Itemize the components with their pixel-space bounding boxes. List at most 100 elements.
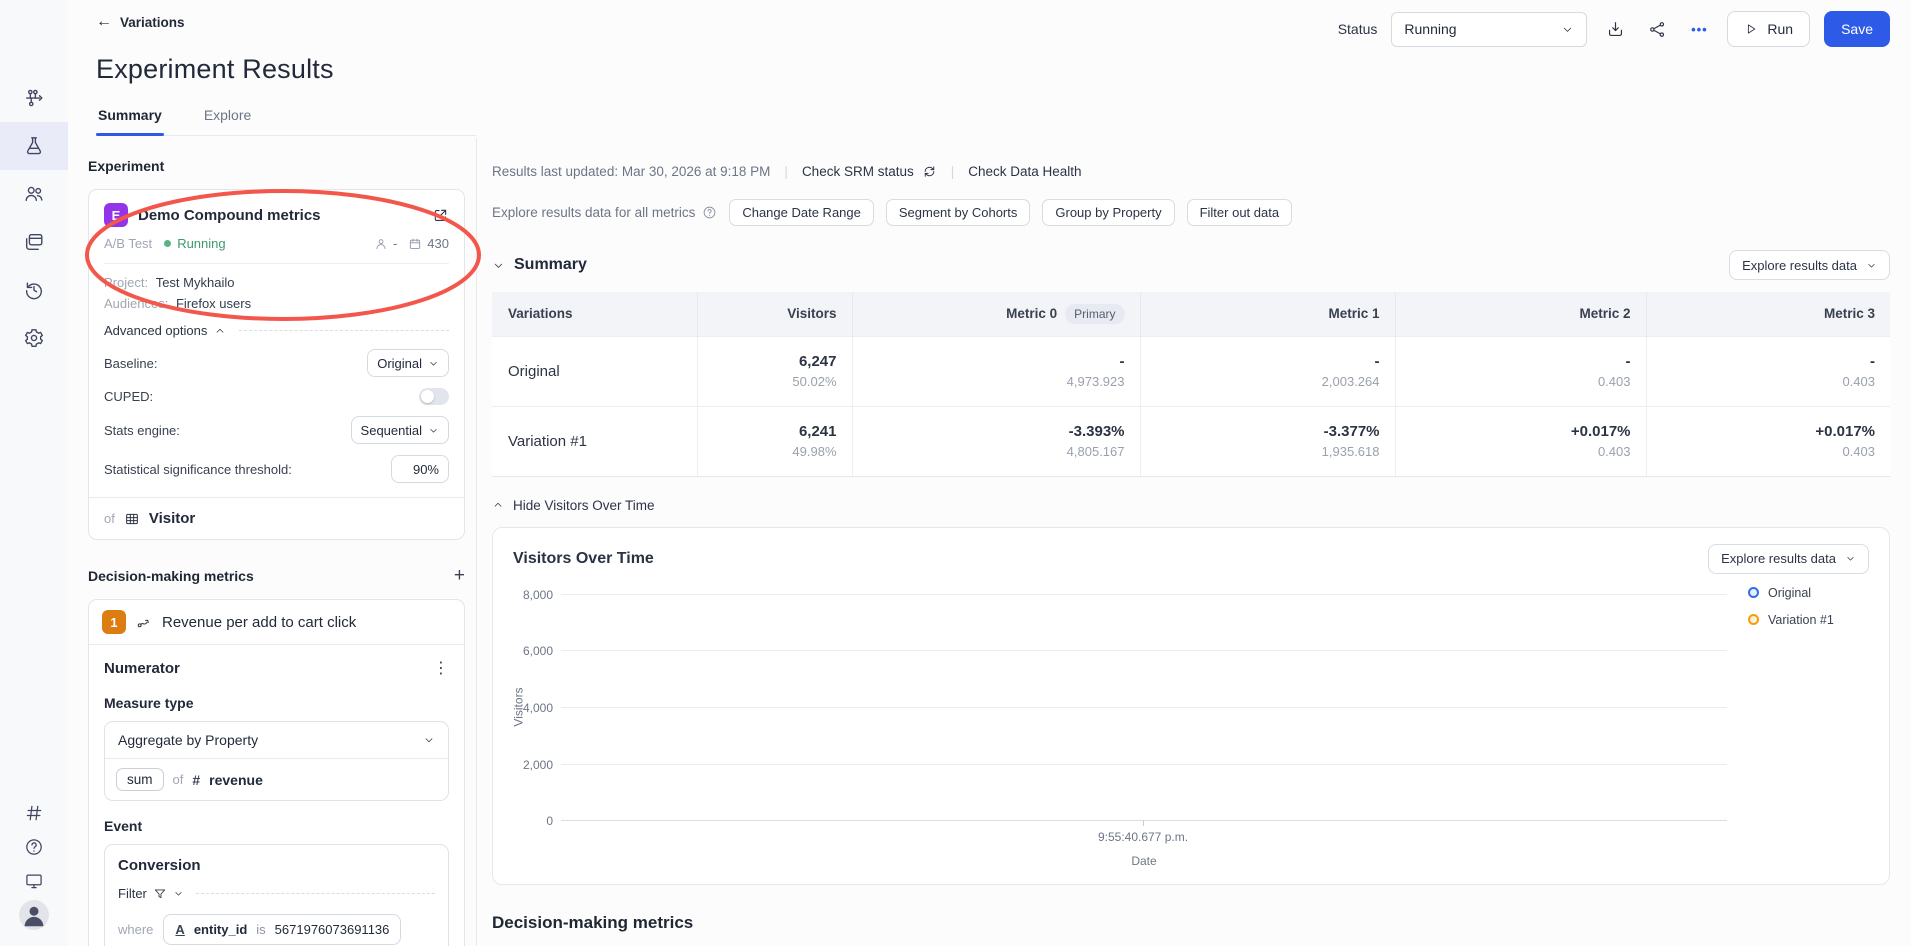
- legend-item-variation-1[interactable]: Variation #1: [1748, 613, 1834, 627]
- segment-by-cohorts-button[interactable]: Segment by Cohorts: [885, 199, 1031, 226]
- chevron-down-icon: [430, 428, 437, 432]
- group-by-property-button[interactable]: Group by Property: [1042, 199, 1175, 226]
- y-tick: 6,000: [522, 643, 553, 658]
- gridline: [561, 649, 1727, 651]
- calendar-icon: [410, 238, 421, 249]
- property-value[interactable]: revenue: [209, 772, 263, 788]
- pipeline-icon: [25, 89, 43, 107]
- change-date-range-button[interactable]: Change Date Range: [729, 199, 874, 226]
- unit-row[interactable]: of Visitor: [89, 497, 464, 539]
- status-select[interactable]: Running: [1391, 11, 1588, 47]
- separator: |: [950, 164, 955, 179]
- hide-visitors-label: Hide Visitors Over Time: [513, 497, 655, 513]
- experiment-users-value: -: [392, 236, 398, 251]
- share-button[interactable]: [1643, 15, 1671, 43]
- play-icon: [1748, 24, 1756, 34]
- hide-visitors-toggle[interactable]: Hide Visitors Over Time: [492, 498, 1890, 513]
- experiment-type: A/B Test: [104, 236, 153, 251]
- chart-explore-label: Explore results data: [1721, 551, 1836, 566]
- rail-item-audiences[interactable]: [0, 170, 68, 218]
- metric-index-badge: 1: [102, 610, 126, 634]
- add-metric-button[interactable]: +: [454, 566, 465, 585]
- rail-item-hash[interactable]: [0, 796, 68, 830]
- filter-label: Filter: [118, 886, 147, 901]
- rail-item-history[interactable]: [0, 266, 68, 314]
- legend-label: Variation #1: [1768, 612, 1834, 627]
- visitors-share: 50.02%: [792, 374, 837, 389]
- running-dot-icon: [164, 240, 172, 247]
- measure-group: Aggregate by Property sum of # revenue: [104, 721, 449, 801]
- kebab-menu-icon[interactable]: ⋮: [433, 658, 449, 678]
- check-srm-link[interactable]: Check SRM status: [802, 164, 937, 179]
- filter-toggle[interactable]: Filter: [118, 886, 435, 901]
- more-options-button[interactable]: •••: [1685, 15, 1713, 43]
- metric-card: 1 Revenue per add to cart click Numerato…: [88, 599, 465, 946]
- explore-results-button[interactable]: Explore results data: [1729, 250, 1890, 280]
- chart-explore-button[interactable]: Explore results data: [1708, 543, 1869, 574]
- col-metric-3: Metric 3: [1645, 292, 1890, 336]
- aggregation-input[interactable]: sum: [116, 768, 164, 791]
- where-operator: is: [256, 922, 266, 937]
- where-condition[interactable]: A entity_id is 5671976073691136: [163, 914, 402, 945]
- rail-item-windows[interactable]: [0, 218, 68, 266]
- where-label: where: [118, 922, 154, 937]
- ellipsis-icon: •••: [1691, 21, 1708, 37]
- chevron-down-icon: [1868, 263, 1875, 267]
- experiment-card: E Demo Compound metrics A/B Test Running…: [88, 189, 465, 540]
- rail-item-settings[interactable]: [0, 314, 68, 362]
- check-data-health-link[interactable]: Check Data Health: [968, 164, 1081, 179]
- save-button[interactable]: Save: [1824, 11, 1890, 47]
- external-link-icon[interactable]: [432, 207, 449, 224]
- event-name[interactable]: Conversion: [118, 857, 435, 874]
- variation-name: Variation #1: [492, 405, 697, 477]
- x-axis-label: Date: [1131, 853, 1157, 868]
- metric-delta: -: [1119, 353, 1125, 370]
- help-circle-icon[interactable]: [702, 205, 717, 220]
- rail-item-profile[interactable]: [0, 898, 68, 932]
- col-metric-1: Metric 1: [1139, 292, 1395, 336]
- filter-out-data-button[interactable]: Filter out data: [1186, 199, 1293, 226]
- baseline-select[interactable]: Original: [367, 349, 449, 377]
- breadcrumb-back[interactable]: ← Variations: [96, 14, 476, 30]
- rail-item-experiments[interactable]: [0, 122, 68, 170]
- table-row[interactable]: Original 6,247 50.02% - 4,973.923 - 2,003.2…: [492, 335, 1890, 406]
- chart-plot-area: Visitors 8,000 6,000 4,000 2,000 0 9:55:…: [512, 584, 1869, 868]
- chevron-up-icon: [216, 328, 224, 333]
- legend-item-original[interactable]: Original: [1748, 586, 1834, 600]
- advanced-options-toggle[interactable]: Advanced options: [104, 323, 449, 338]
- chevron-down-icon: [425, 738, 433, 743]
- y-tick: 2,000: [522, 757, 553, 772]
- stats-engine-select[interactable]: Sequential: [350, 416, 449, 444]
- threshold-input[interactable]: 90%: [391, 455, 449, 483]
- history-icon: [25, 282, 42, 300]
- metric-value: 4,973.923: [1066, 374, 1125, 389]
- rail-item-help[interactable]: [0, 830, 68, 864]
- table-grid-icon: [126, 513, 138, 524]
- metric-header[interactable]: 1 Revenue per add to cart click: [89, 600, 464, 645]
- numerator-label: Numerator: [104, 659, 180, 677]
- measure-type-select[interactable]: Aggregate by Property: [105, 722, 448, 759]
- metric-delta: -: [1870, 353, 1875, 370]
- table-row[interactable]: Variation #1 6,241 49.98% -3.393% 4,805.16…: [492, 405, 1890, 477]
- where-field: entity_id: [193, 922, 248, 937]
- run-button[interactable]: Run: [1727, 11, 1811, 47]
- rail-item-monitor[interactable]: [0, 864, 68, 898]
- tab-summary[interactable]: Summary: [96, 107, 164, 136]
- table-header-row: Variations Visitors Metric 0 Primary Metr…: [492, 292, 1890, 336]
- download-button[interactable]: [1601, 15, 1629, 43]
- dashed-divider: [195, 893, 435, 894]
- share-icon: [1649, 21, 1665, 37]
- cuped-toggle[interactable]: [419, 388, 449, 405]
- col-visitors: Visitors: [696, 292, 852, 336]
- legend-marker-icon: [1748, 614, 1759, 625]
- chevron-down-icon: [494, 263, 503, 268]
- flask-icon: [26, 137, 42, 155]
- event-card: Conversion Filter where A entity_id is 5…: [104, 844, 449, 946]
- rail-item-pipelines[interactable]: [0, 74, 68, 122]
- summary-collapser[interactable]: Summary: [492, 256, 587, 274]
- icon-rail: [0, 0, 68, 946]
- explore-all-label: Explore results data for all metrics: [492, 205, 696, 220]
- x-tick-mark: [1143, 819, 1144, 826]
- measure-type-value: Aggregate by Property: [118, 732, 259, 748]
- tab-explore[interactable]: Explore: [202, 107, 253, 135]
